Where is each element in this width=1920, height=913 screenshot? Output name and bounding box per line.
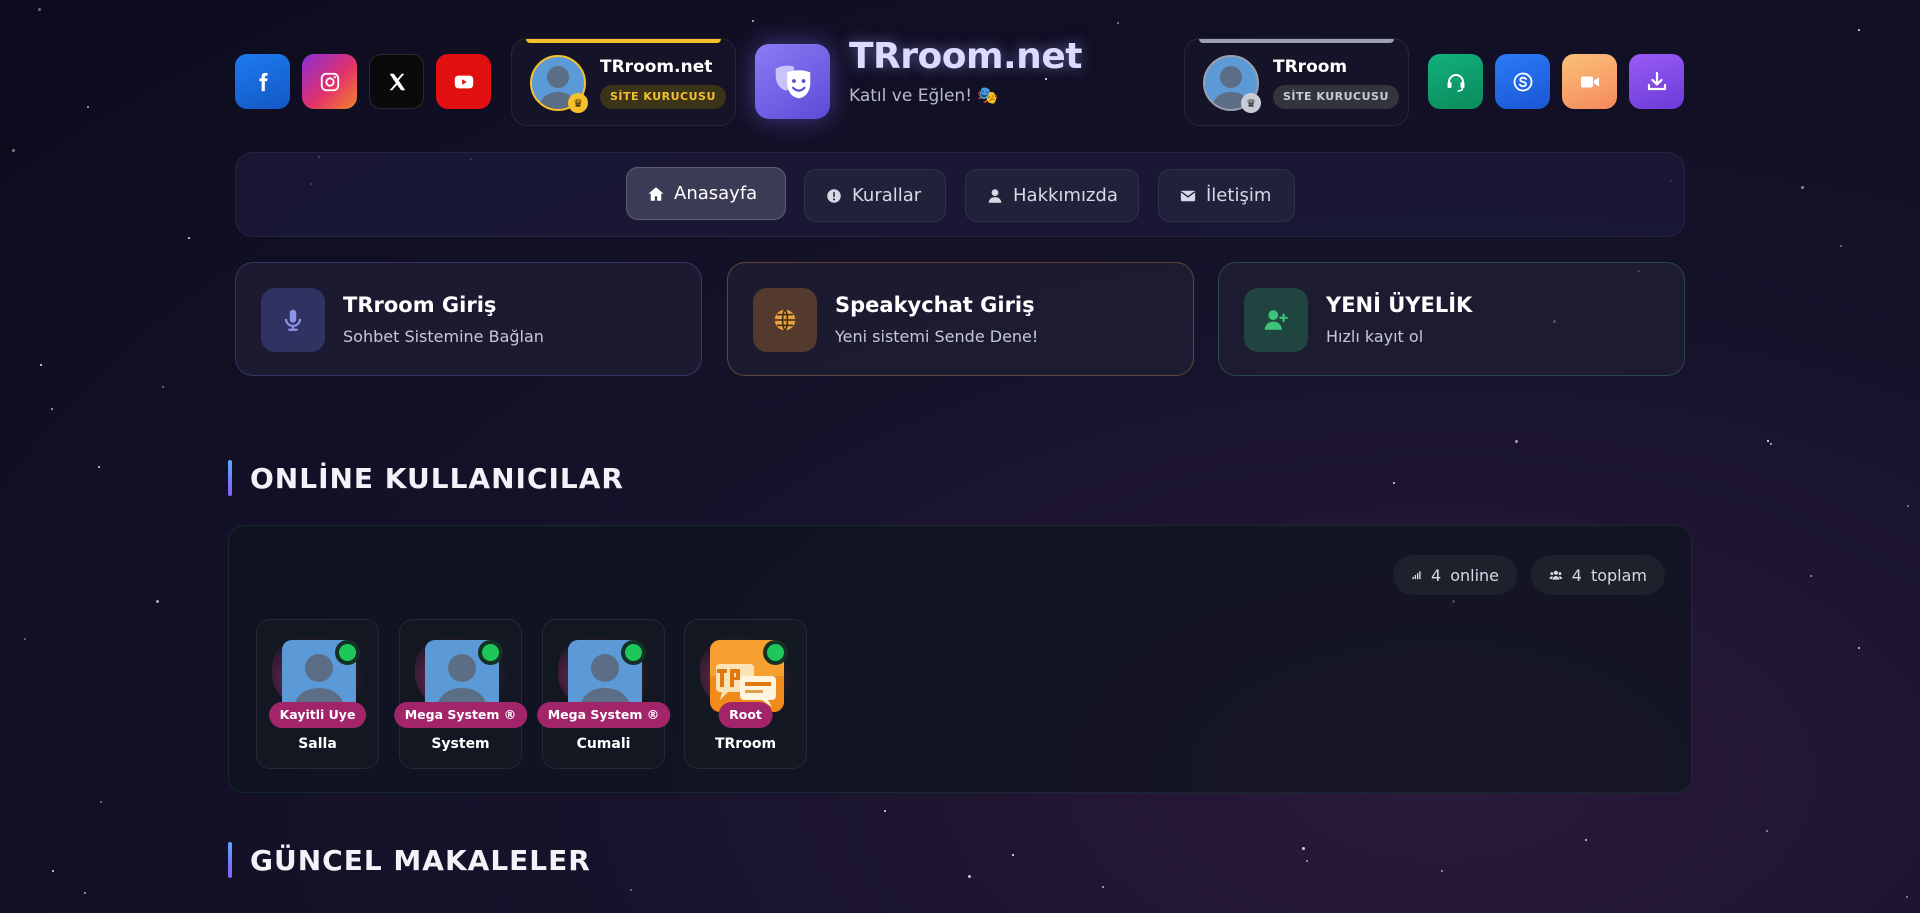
facebook-icon xyxy=(258,72,268,91)
download-icon xyxy=(1647,71,1666,90)
user-plus-icon xyxy=(1264,310,1288,330)
total-label: toplam xyxy=(1590,565,1647,585)
instagram-icon xyxy=(320,72,339,91)
founder-badge: SİTE KURUCUSU xyxy=(600,85,726,109)
download-button[interactable] xyxy=(1629,54,1684,109)
founder-accent-bar xyxy=(1199,39,1394,43)
nav-item-label: İletişim xyxy=(1206,185,1272,206)
founder-name: TRroom.net xyxy=(600,57,713,77)
trroom-login-card[interactable]: TRroom Giriş Sohbet Sistemine Bağlan xyxy=(235,262,702,376)
user-name: Cumali xyxy=(576,736,631,752)
user-role-badge: Mega System ® xyxy=(536,702,671,728)
user-name: System xyxy=(431,736,490,752)
home-icon xyxy=(648,186,664,201)
online-status-dot xyxy=(621,640,646,665)
site-title: TRroom.net xyxy=(849,36,1082,77)
video-camera-icon xyxy=(1580,76,1599,87)
online-users-panel: 4 online 4 toplam Kayitli Uye Salla Mega… xyxy=(228,525,1692,793)
online-status-dot xyxy=(478,640,503,665)
nav-item-hakkimizda[interactable]: Hakkımızda xyxy=(965,169,1139,222)
video-button[interactable] xyxy=(1562,54,1617,109)
section-title: ONLİNE KULLANICILAR xyxy=(250,461,624,495)
skype-button[interactable] xyxy=(1495,54,1550,109)
site-tagline: Katıl ve Eğlen! 🎭 xyxy=(849,86,999,106)
card-title: YENİ ÜYELİK xyxy=(1326,293,1473,317)
online-count-pill: 4 online xyxy=(1393,555,1517,595)
nav-item-iletisim[interactable]: İletişim xyxy=(1158,169,1295,222)
x-twitter-button[interactable] xyxy=(369,54,424,109)
online-label: online xyxy=(1450,565,1499,585)
card-description: Sohbet Sistemine Bağlan xyxy=(343,327,544,346)
founder-card-trroom-net[interactable]: ♛ TRroom.net SİTE KURUCUSU xyxy=(511,38,736,126)
nav-item-label: Anasayfa xyxy=(674,183,758,204)
support-button[interactable] xyxy=(1428,54,1483,109)
online-user-card[interactable]: Mega System ® System xyxy=(393,619,528,769)
online-users-heading: ONLİNE KULLANICILAR xyxy=(228,460,624,496)
new-membership-card[interactable]: YENİ ÜYELİK Hızlı kayıt ol xyxy=(1218,262,1685,376)
user-role-badge: Root xyxy=(718,702,773,728)
nav-item-label: Kurallar xyxy=(852,185,922,206)
nav-item-anasayfa[interactable]: Anasayfa xyxy=(626,167,786,220)
user-role-badge: Kayitli Uye xyxy=(268,702,367,728)
main-nav: Anasayfa Kurallar Hakkımızda İletişim xyxy=(235,152,1685,237)
users-icon xyxy=(1549,570,1563,580)
nav-item-label: Hakkımızda xyxy=(1013,185,1118,206)
founder-badge: SİTE KURUCUSU xyxy=(1273,85,1399,109)
online-user-card[interactable]: Mega System ® Cumali xyxy=(536,619,671,769)
crown-icon: ♛ xyxy=(1241,93,1261,113)
card-description: Hızlı kayıt ol xyxy=(1326,327,1424,346)
heading-accent-bar xyxy=(228,842,232,878)
theater-masks-icon xyxy=(775,65,810,98)
microphone-icon xyxy=(284,309,302,331)
online-user-card[interactable]: Root TRroom xyxy=(684,619,807,769)
x-icon xyxy=(389,73,405,90)
card-icon-box xyxy=(753,288,817,352)
headset-icon xyxy=(1447,73,1464,92)
total-count: 4 xyxy=(1571,565,1582,585)
founder-name: TRroom xyxy=(1273,57,1348,77)
nav-item-kurallar[interactable]: Kurallar xyxy=(804,169,946,222)
user-role-badge: Mega System ® xyxy=(393,702,528,728)
youtube-icon xyxy=(454,75,473,88)
card-title: Speakychat Giriş xyxy=(835,293,1035,317)
founder-accent-bar xyxy=(526,39,721,43)
instagram-button[interactable] xyxy=(302,54,357,109)
user-name: TRroom xyxy=(714,736,777,752)
total-count-pill: 4 toplam xyxy=(1531,555,1665,595)
founder-card-trroom[interactable]: ♛ TRroom SİTE KURUCUSU xyxy=(1184,38,1409,126)
online-status-dot xyxy=(763,640,788,665)
avatar: ♛ xyxy=(1203,55,1261,113)
card-description: Yeni sistemi Sende Dene! xyxy=(835,327,1039,346)
card-icon-box xyxy=(261,288,325,352)
online-user-card[interactable]: Kayitli Uye Salla xyxy=(256,619,379,769)
envelope-icon xyxy=(1180,190,1196,201)
brand-logo[interactable] xyxy=(755,44,830,119)
skype-icon xyxy=(1513,72,1532,91)
speakychat-login-card[interactable]: Speakychat Giriş Yeni sistemi Sende Dene… xyxy=(727,262,1194,376)
user-name: Salla xyxy=(298,736,337,752)
online-count: 4 xyxy=(1431,565,1442,585)
heading-accent-bar xyxy=(228,460,232,496)
youtube-button[interactable] xyxy=(436,54,491,109)
globe-icon xyxy=(774,309,796,331)
user-icon xyxy=(988,188,1002,203)
online-status-dot xyxy=(335,640,360,665)
facebook-button[interactable] xyxy=(235,54,290,109)
avatar: ♛ xyxy=(530,55,588,113)
card-title: TRroom Giriş xyxy=(343,293,497,317)
site-header: ♛ TRroom.net SİTE KURUCUSU TRroom.net Ka… xyxy=(235,36,1685,128)
card-icon-box xyxy=(1244,288,1308,352)
crown-icon: ♛ xyxy=(568,93,588,113)
section-title: GÜNCEL MAKALELER xyxy=(250,843,591,877)
signal-bars-icon xyxy=(1412,571,1421,580)
latest-articles-heading: GÜNCEL MAKALELER xyxy=(228,842,591,878)
exclamation-circle-icon xyxy=(827,188,841,203)
